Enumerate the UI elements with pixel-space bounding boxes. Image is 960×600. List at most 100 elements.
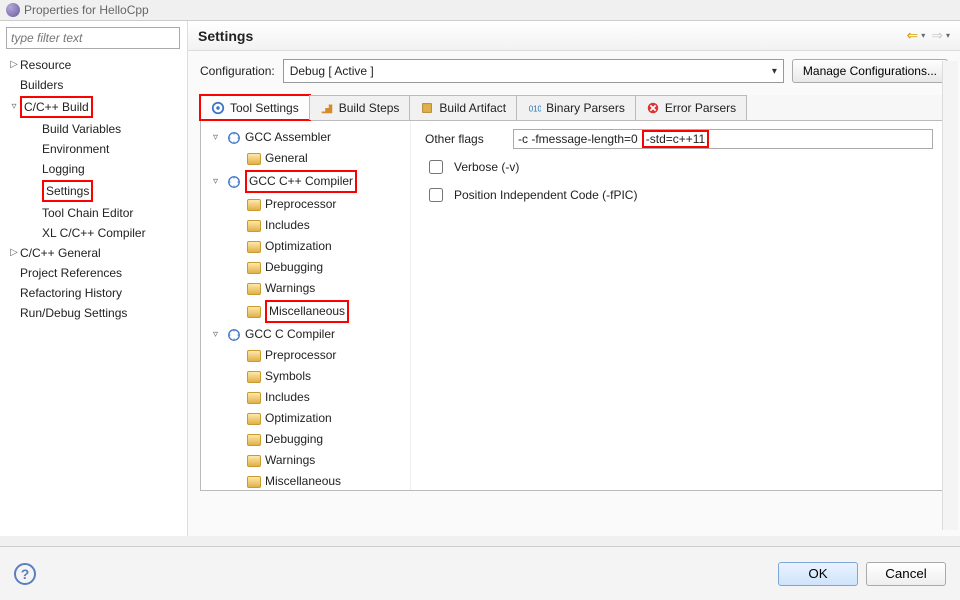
tab-label: Binary Parsers [546, 101, 625, 115]
folder-icon [247, 349, 261, 363]
tree-arrow-icon: ▿ [213, 325, 223, 344]
sidebar-item-label: Resource [20, 56, 71, 74]
pic-row: Position Independent Code (-fPIC) [425, 185, 933, 205]
tab-build-steps[interactable]: Build Steps [309, 95, 411, 120]
folder-icon [247, 282, 261, 296]
sidebar-item[interactable]: ▷Resource [0, 56, 187, 74]
chevron-down-icon: ▾ [772, 66, 777, 77]
sidebar-item[interactable]: ▷C/C++ General [0, 244, 187, 262]
tree-arrow-icon: ▿ [8, 98, 20, 116]
tab-tool-settings[interactable]: Tool Settings [200, 95, 310, 120]
tool-tree-item[interactable]: ▿ GCC C++ Compiler [205, 169, 406, 194]
tool-tree-label: Symbols [265, 367, 311, 386]
sidebar: ▷ResourceBuilders▿C/C++ BuildBuild Varia… [0, 21, 188, 536]
filter-input[interactable] [6, 27, 180, 49]
sidebar-item[interactable]: Project References [0, 264, 187, 282]
help-icon[interactable]: ? [14, 563, 36, 585]
folder-icon [247, 240, 261, 254]
eclipse-icon [6, 3, 20, 17]
other-flags-prefix: -c -fmessage-length=0 [518, 132, 638, 146]
gear-icon [227, 131, 241, 145]
gear-icon [227, 328, 241, 342]
tool-tree-item[interactable]: Miscellaneous [205, 471, 406, 490]
sidebar-item-label: Build Variables [42, 120, 121, 138]
tool-tree-item[interactable]: Miscellaneous [205, 299, 406, 324]
tool-tree-item[interactable]: Preprocessor [205, 345, 406, 366]
tool-tree-label: Optimization [265, 237, 332, 256]
dialog-footer: ? OK Cancel [0, 546, 960, 600]
sidebar-item[interactable]: Tool Chain Editor [0, 204, 187, 222]
folder-icon [247, 152, 261, 166]
pic-label: Position Independent Code (-fPIC) [454, 188, 637, 202]
back-dropdown-icon[interactable]: ▾ [921, 31, 925, 40]
tool-tree-item[interactable]: General [205, 148, 406, 169]
tool-tree-item[interactable]: Includes [205, 387, 406, 408]
tree-arrow-icon: ▿ [213, 128, 223, 147]
tab-label: Build Artifact [439, 101, 506, 115]
tool-tree-label: Preprocessor [265, 195, 336, 214]
tab-tool-settings-content: ▿GCC AssemblerGeneral▿GCC C++ CompilerPr… [200, 121, 948, 491]
tool-tree-item[interactable]: Debugging [205, 429, 406, 450]
tool-tree-item[interactable]: Includes [205, 215, 406, 236]
tool-tree-label: Preprocessor [265, 346, 336, 365]
sidebar-item[interactable]: XL C/C++ Compiler [0, 224, 187, 242]
tool-tree-label: Debugging [265, 258, 323, 277]
tool-tree-label: Includes [265, 216, 310, 235]
sidebar-item-label: Tool Chain Editor [42, 204, 133, 222]
sidebar-item-label: Builders [20, 76, 63, 94]
sidebar-item[interactable]: Settings [0, 180, 187, 202]
sidebar-item[interactable]: ▿C/C++ Build [0, 96, 187, 118]
verbose-label: Verbose (-v) [454, 160, 519, 174]
sidebar-item[interactable]: Environment [0, 140, 187, 158]
sidebar-item[interactable]: Builders [0, 76, 187, 94]
tool-tree: ▿GCC AssemblerGeneral▿GCC C++ CompilerPr… [201, 121, 411, 490]
tab-error-parsers[interactable]: Error Parsers [635, 95, 747, 120]
forward-dropdown-icon[interactable]: ▾ [946, 31, 950, 40]
footer-buttons: OK Cancel [778, 562, 946, 586]
tool-tree-item[interactable]: Preprocessor [205, 194, 406, 215]
cancel-button[interactable]: Cancel [866, 562, 946, 586]
pic-checkbox[interactable] [429, 188, 443, 202]
manage-configurations-button[interactable]: Manage Configurations... [792, 59, 948, 83]
sidebar-item[interactable]: Logging [0, 160, 187, 178]
tool-tree-item[interactable]: ▿ GCC C Compiler [205, 324, 406, 345]
sidebar-item-label: Refactoring History [20, 284, 122, 302]
sidebar-item[interactable]: Refactoring History [0, 284, 187, 302]
window-title-text: Properties for HelloCpp [24, 3, 149, 17]
folder-icon [247, 219, 261, 233]
sidebar-item-label: Project References [20, 264, 122, 282]
tool-tree-item[interactable]: Warnings [205, 278, 406, 299]
tree-arrow-icon: ▷ [8, 244, 20, 262]
sidebar-item[interactable]: Build Variables [0, 120, 187, 138]
folder-icon [247, 433, 261, 447]
tool-tree-item[interactable]: Optimization [205, 236, 406, 257]
configuration-select[interactable]: Debug [ Active ] ▾ [283, 59, 784, 83]
tool-tree-item[interactable]: Debugging [205, 257, 406, 278]
tool-tree-item[interactable]: Warnings [205, 450, 406, 471]
main-area: ▷ResourceBuilders▿C/C++ BuildBuild Varia… [0, 20, 960, 536]
panel-title: Settings [198, 28, 253, 44]
tree-arrow-icon: ▿ [213, 172, 223, 191]
tool-tree-item[interactable]: Optimization [205, 408, 406, 429]
sidebar-item-label: Environment [42, 140, 109, 158]
sidebar-item-label: XL C/C++ Compiler [42, 224, 146, 242]
tool-tree-label: GCC C Compiler [245, 325, 335, 344]
tool-tree-label: GCC C++ Compiler [245, 170, 357, 193]
verbose-row: Verbose (-v) [425, 157, 933, 177]
other-flags-input[interactable]: -c -fmessage-length=0 -std=c++11 [513, 129, 933, 149]
tool-tree-item[interactable]: ▿GCC Assembler [205, 127, 406, 148]
sidebar-item[interactable]: Run/Debug Settings [0, 304, 187, 322]
sidebar-tree: ▷ResourceBuilders▿C/C++ BuildBuild Varia… [0, 55, 187, 323]
folder-icon [247, 198, 261, 212]
tab-binary-parsers[interactable]: 010Binary Parsers [516, 95, 636, 120]
form-pane: Other flags -c -fmessage-length=0 -std=c… [411, 121, 947, 490]
ok-button[interactable]: OK [778, 562, 858, 586]
tab-label: Build Steps [339, 101, 400, 115]
tab-build-artifact[interactable]: Build Artifact [409, 95, 517, 120]
window-titlebar: Properties for HelloCpp [0, 0, 960, 20]
verbose-checkbox[interactable] [429, 160, 443, 174]
tool-tree-item[interactable]: Symbols [205, 366, 406, 387]
back-icon[interactable]: ⇐ [907, 27, 919, 44]
scrollbar[interactable] [942, 61, 958, 530]
folder-icon [247, 454, 261, 468]
